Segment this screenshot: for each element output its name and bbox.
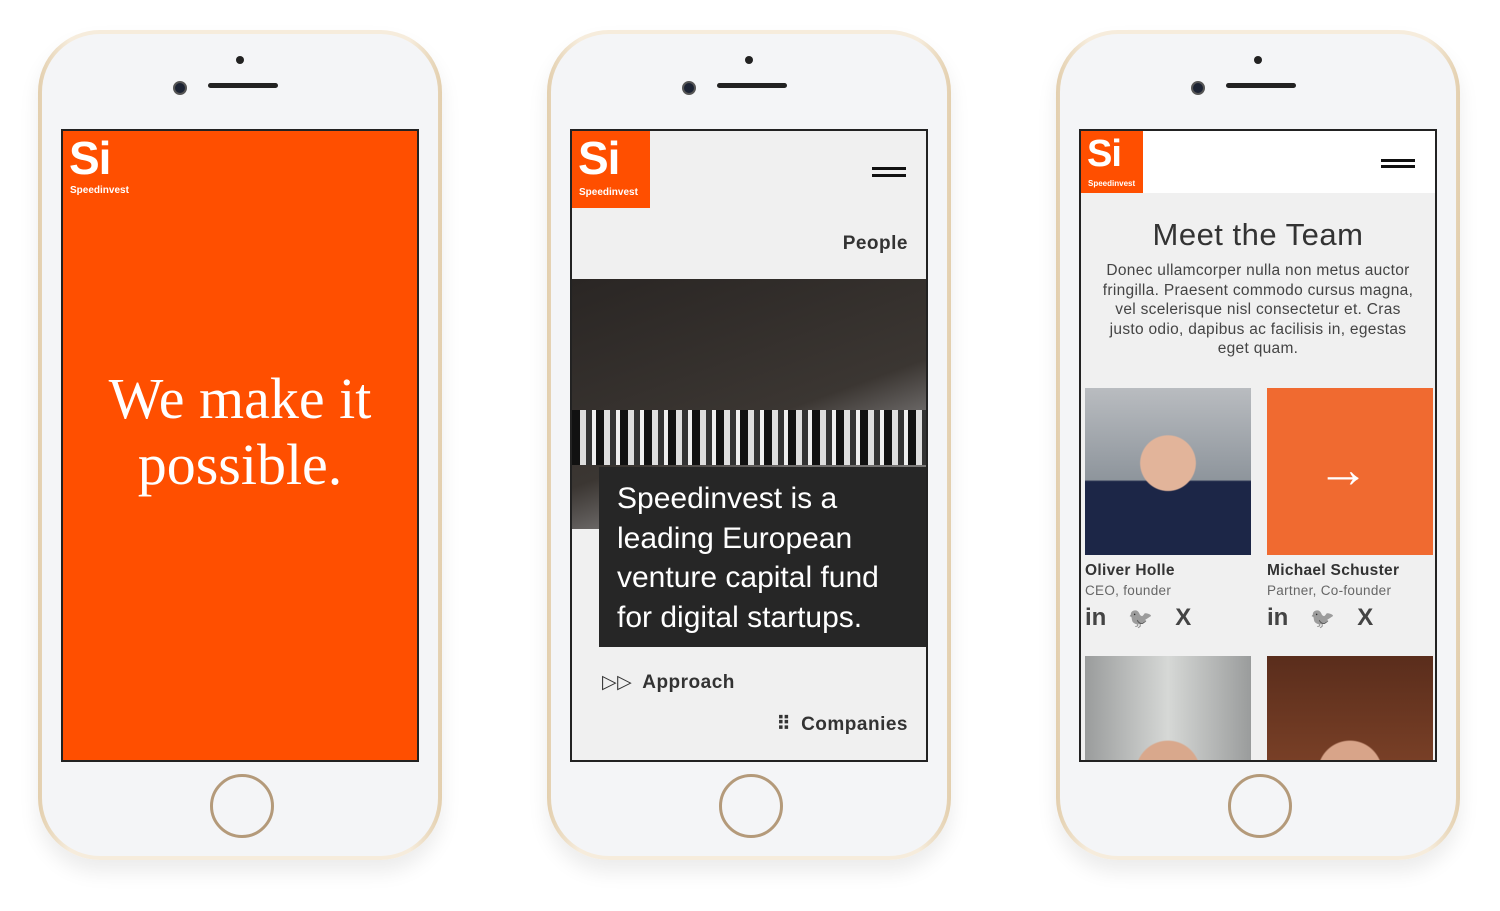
nav-people[interactable]: People [843,233,908,255]
twitter-icon[interactable]: 🐦 [1310,606,1335,631]
phone-mockup-2: Si Speedinvest People Speedinvest is a le… [547,30,951,860]
home-button[interactable] [719,774,783,838]
headline: We make it possible. [108,366,372,497]
camera [173,81,187,95]
team-member-card[interactable]: → Michael Schuster Partner, Co-founder i… [1267,388,1433,632]
member-photo-hover: → [1267,388,1433,555]
nav-companies[interactable]: ⠿ Companies [777,713,908,736]
home-button[interactable] [1228,774,1292,838]
team-member-card[interactable] [1267,656,1433,760]
camera [1191,81,1205,95]
speaker [1226,83,1296,88]
team-member-card[interactable]: Oliver Holle CEO, founder in 🐦 X [1085,388,1251,632]
grid-dots-icon: ⠿ [776,714,792,735]
speaker [208,83,278,88]
intro-text: Speedinvest is a leading European ventur… [599,467,926,647]
page-title: Meet the Team [1152,217,1364,252]
linkedin-icon[interactable]: in [1085,604,1106,632]
home-screen: Si Speedinvest People Speedinvest is a le… [570,129,928,762]
team-description: Donec ullamcorper nulla non metus auctor… [1102,262,1414,357]
hamburger-menu-icon[interactable] [872,167,906,177]
nav-approach[interactable]: ▷▷ Approach [602,671,735,694]
phone-mockup-1: Si Speedinvest We make it possible. [38,30,442,860]
home-button[interactable] [210,774,274,838]
team-member-card[interactable] [1085,656,1251,760]
hamburger-menu-icon[interactable] [1381,159,1415,168]
logo[interactable]: Si Speedinvest [1081,131,1143,193]
logo[interactable]: Si Speedinvest [63,131,129,196]
speaker [717,83,787,88]
member-photo [1085,388,1251,555]
twitter-icon[interactable]: 🐦 [1128,606,1153,631]
splash-screen: Si Speedinvest We make it possible. [61,129,419,762]
team-screen: Si Speedinvest Meet the Team Donec ullamc… [1079,129,1437,762]
xing-icon[interactable]: X [1357,604,1373,632]
camera [682,81,696,95]
xing-icon[interactable]: X [1175,604,1191,632]
linkedin-icon[interactable]: in [1267,604,1288,632]
double-play-icon: ▷▷ [602,672,633,693]
arrow-right-icon: → [1317,441,1369,499]
logo[interactable]: Si Speedinvest [572,131,650,208]
phone-mockup-3: Si Speedinvest Meet the Team Donec ullamc… [1056,30,1460,860]
